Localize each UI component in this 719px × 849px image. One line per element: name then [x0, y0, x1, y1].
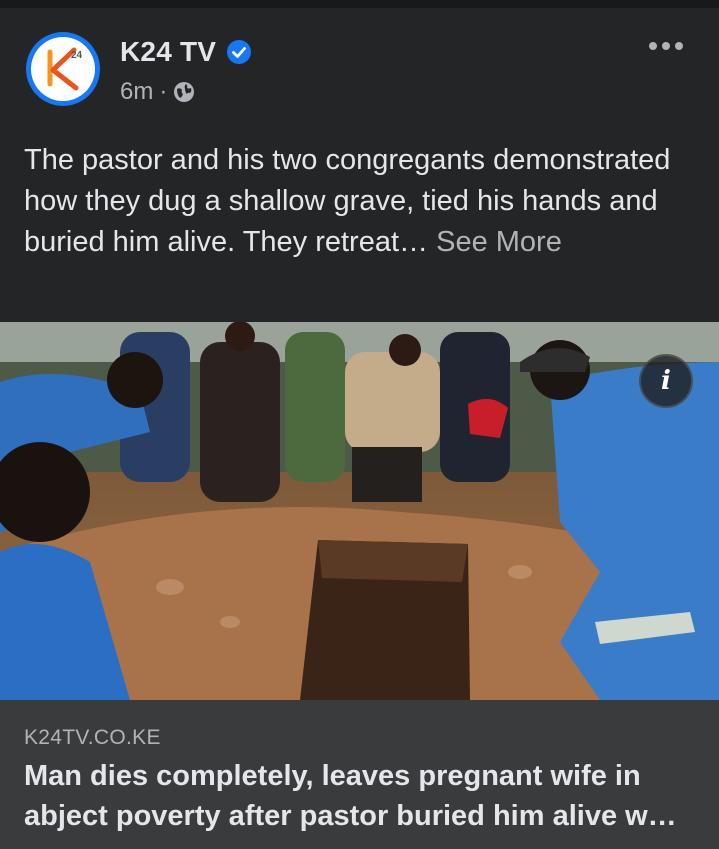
post-meta: 6m · [120, 78, 195, 106]
verified-badge-icon [227, 40, 252, 64]
more-options-dot [662, 42, 670, 50]
k24-logo-icon: 24 [47, 47, 83, 91]
link-domain: K24TV.CO.KE [24, 726, 161, 749]
post-caption: The pastor and his two congregants demon… [24, 140, 694, 263]
info-icon: i [661, 366, 671, 396]
globe-icon [174, 82, 195, 102]
k24-logo: 24 [31, 37, 95, 101]
more-options-dot [675, 42, 683, 50]
link-preview[interactable]: K24TV.CO.KE Man dies completely, leaves … [0, 700, 719, 849]
caption-text: The pastor and his two congregants demon… [24, 144, 671, 258]
post-timestamp[interactable]: 6m [120, 78, 153, 106]
meta-separator: · [159, 78, 168, 105]
svg-text:24: 24 [71, 50, 83, 61]
more-options-dot [649, 42, 657, 50]
page-name-row: K24 TV [120, 36, 252, 68]
status-strip [0, 0, 719, 8]
page-avatar[interactable]: 24 [26, 32, 100, 106]
page-name[interactable]: K24 TV [120, 36, 216, 68]
post-image[interactable]: i [0, 322, 719, 700]
info-button[interactable]: i [639, 354, 693, 408]
more-options-button[interactable] [649, 38, 683, 54]
link-title[interactable]: Man dies completely, leaves pregnant wif… [24, 756, 704, 836]
grave-scene-image [0, 322, 719, 700]
see-more-link[interactable]: See More [436, 226, 562, 258]
